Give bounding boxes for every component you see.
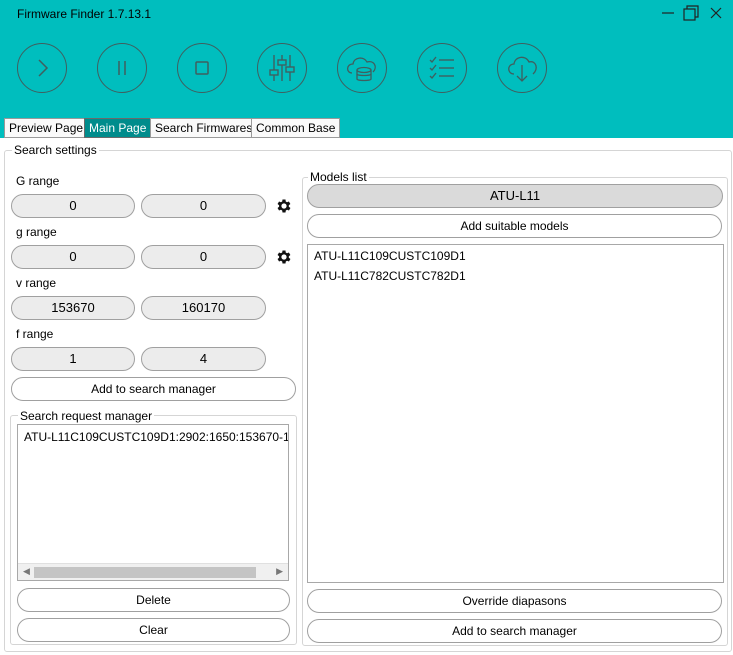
checklist-button[interactable] xyxy=(417,43,467,93)
delete-button[interactable]: Delete xyxy=(17,588,290,612)
override-diapasons-button[interactable]: Override diapasons xyxy=(307,589,722,613)
add-to-search-manager-button-right[interactable]: Add to search manager xyxy=(307,619,722,643)
g-upper-range-label: G range xyxy=(16,174,60,188)
cloud-download-icon xyxy=(508,56,537,82)
f-range-from-input[interactable]: 1 xyxy=(11,347,135,371)
play-icon xyxy=(38,59,49,77)
scrollbar-thumb[interactable] xyxy=(34,567,256,578)
g-lower-range-from-input[interactable]: 0 xyxy=(11,245,135,269)
scroll-right-icon[interactable]: ▶ xyxy=(276,566,283,577)
search-request-item[interactable]: ATU-L11C109CUSTC109D1:2902:1650:153670-1… xyxy=(18,425,288,447)
checklist-icon xyxy=(429,56,454,80)
pause-button[interactable] xyxy=(97,43,147,93)
v-range-from-input[interactable]: 153670 xyxy=(11,296,135,320)
search-request-manager-title: Search request manager xyxy=(18,409,155,423)
minimize-icon xyxy=(662,12,674,14)
f-range-to-input[interactable]: 4 xyxy=(141,347,266,371)
gear-icon xyxy=(277,199,291,213)
equalizer-icon xyxy=(269,55,295,81)
v-range-label: v range xyxy=(16,276,57,290)
add-suitable-models-button[interactable]: Add suitable models xyxy=(307,214,722,238)
add-to-search-manager-button-left[interactable]: Add to search manager xyxy=(11,377,296,401)
stop-icon xyxy=(195,61,209,75)
restore-icon xyxy=(683,5,699,21)
cloud-download-button[interactable] xyxy=(497,43,547,93)
close-icon xyxy=(710,7,722,19)
minimize-button[interactable] xyxy=(657,3,679,23)
stop-button[interactable] xyxy=(177,43,227,93)
v-range-to-input[interactable]: 160170 xyxy=(141,296,266,320)
equalizer-button[interactable] xyxy=(257,43,307,93)
search-request-list[interactable]: ATU-L11C109CUSTC109D1:2902:1650:153670-1… xyxy=(17,424,289,581)
f-range-label: f range xyxy=(16,327,54,341)
models-list-title: Models list xyxy=(308,170,369,184)
window-title: Firmware Finder 1.7.13.1 xyxy=(17,7,152,21)
gear-icon xyxy=(277,250,291,264)
play-button[interactable] xyxy=(17,43,67,93)
cloud-database-icon xyxy=(346,57,376,82)
models-list[interactable]: ATU-L11C109CUSTC109D1 ATU-L11C782CUSTC78… xyxy=(307,244,724,583)
scroll-left-icon[interactable]: ◀ xyxy=(23,566,30,577)
model-list-item[interactable]: ATU-L11C109CUSTC109D1 xyxy=(308,245,723,266)
model-list-item[interactable]: ATU-L11C782CUSTC782D1 xyxy=(308,266,723,286)
g-lower-range-to-input[interactable]: 0 xyxy=(141,245,266,269)
pause-icon xyxy=(118,61,126,75)
tab-main-page[interactable]: Main Page xyxy=(84,118,152,138)
g-lower-range-settings-button[interactable] xyxy=(274,247,294,267)
search-settings-title: Search settings xyxy=(12,143,99,157)
cloud-database-button[interactable] xyxy=(337,43,387,93)
g-lower-range-label: g range xyxy=(16,225,57,239)
g-upper-range-settings-button[interactable] xyxy=(274,196,294,216)
tab-search-firmwares[interactable]: Search Firmwares xyxy=(150,118,258,138)
clear-button[interactable]: Clear xyxy=(17,618,290,642)
tab-preview-page[interactable]: Preview Page xyxy=(4,118,89,138)
close-button[interactable] xyxy=(705,3,727,23)
g-upper-range-to-input[interactable]: 0 xyxy=(141,194,266,218)
g-upper-range-from-input[interactable]: 0 xyxy=(11,194,135,218)
model-selector[interactable]: ATU-L11 xyxy=(307,184,723,208)
horizontal-scrollbar[interactable]: ◀ ▶ xyxy=(18,563,288,580)
tab-common-base[interactable]: Common Base xyxy=(251,118,341,138)
restore-button[interactable] xyxy=(680,3,702,23)
